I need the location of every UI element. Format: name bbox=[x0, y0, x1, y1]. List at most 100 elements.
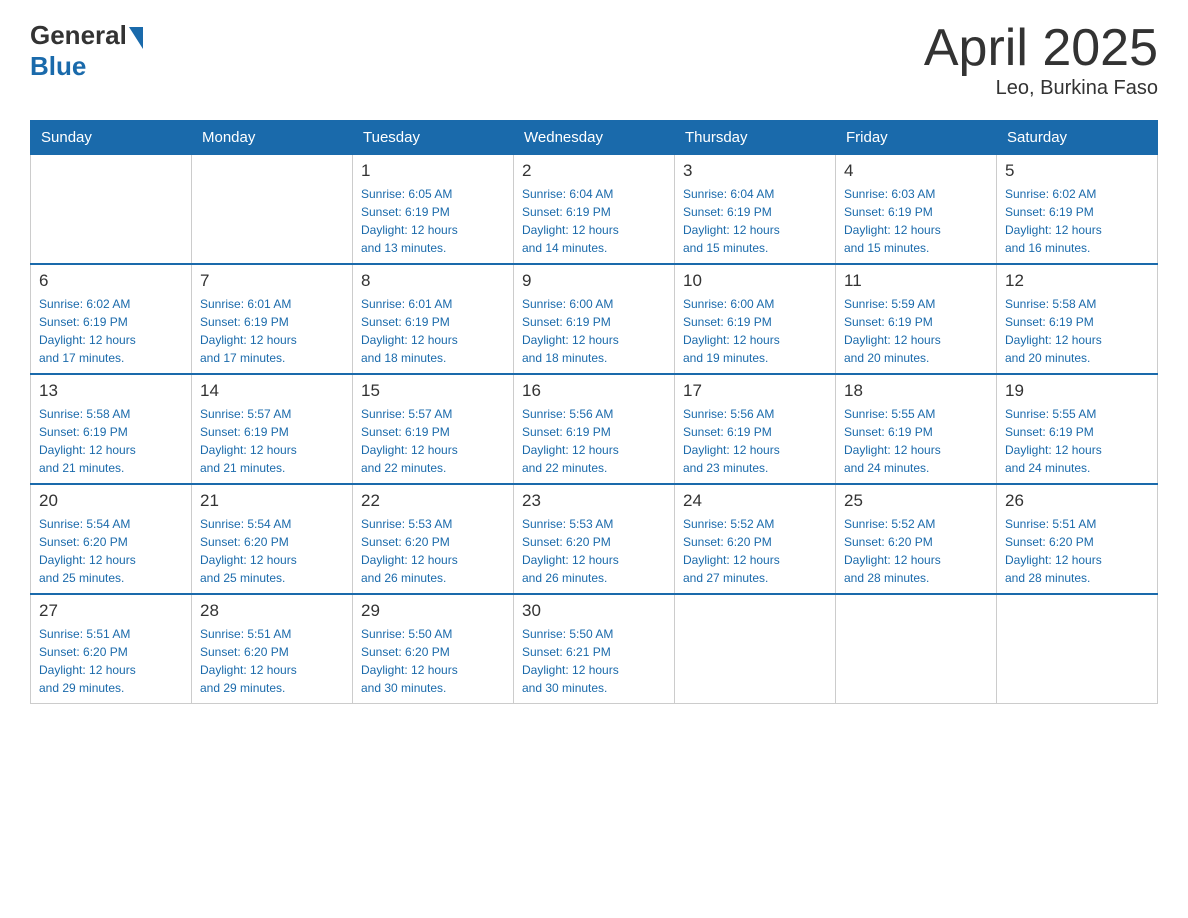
calendar-week-row: 1 Sunrise: 6:05 AM Sunset: 6:19 PM Daylig… bbox=[31, 155, 1158, 265]
day-number: 29 bbox=[361, 601, 505, 621]
day-number: 11 bbox=[844, 271, 988, 291]
day-info: Sunrise: 5:55 AM Sunset: 6:19 PM Dayligh… bbox=[844, 405, 988, 477]
day-number: 30 bbox=[522, 601, 666, 621]
day-info: Sunrise: 6:05 AM Sunset: 6:19 PM Dayligh… bbox=[361, 185, 505, 257]
day-info: Sunrise: 5:58 AM Sunset: 6:19 PM Dayligh… bbox=[1005, 295, 1149, 367]
logo-text-blue: Blue bbox=[30, 51, 143, 82]
calendar-cell: 18 Sunrise: 5:55 AM Sunset: 6:19 PM Dayli… bbox=[836, 374, 997, 484]
day-number: 4 bbox=[844, 161, 988, 181]
day-info: Sunrise: 5:57 AM Sunset: 6:19 PM Dayligh… bbox=[200, 405, 344, 477]
calendar-cell: 9 Sunrise: 6:00 AM Sunset: 6:19 PM Daylig… bbox=[514, 264, 675, 374]
day-number: 17 bbox=[683, 381, 827, 401]
day-info: Sunrise: 5:50 AM Sunset: 6:20 PM Dayligh… bbox=[361, 625, 505, 697]
calendar-cell: 23 Sunrise: 5:53 AM Sunset: 6:20 PM Dayli… bbox=[514, 484, 675, 594]
title-area: April 2025 Leo, Burkina Faso bbox=[924, 20, 1158, 100]
day-number: 9 bbox=[522, 271, 666, 291]
logo-text-general: General bbox=[30, 20, 127, 51]
day-number: 26 bbox=[1005, 491, 1149, 511]
calendar-cell: 8 Sunrise: 6:01 AM Sunset: 6:19 PM Daylig… bbox=[353, 264, 514, 374]
day-number: 6 bbox=[39, 271, 183, 291]
calendar-cell: 21 Sunrise: 5:54 AM Sunset: 6:20 PM Dayli… bbox=[192, 484, 353, 594]
calendar-cell: 14 Sunrise: 5:57 AM Sunset: 6:19 PM Dayli… bbox=[192, 374, 353, 484]
day-info: Sunrise: 5:58 AM Sunset: 6:19 PM Dayligh… bbox=[39, 405, 183, 477]
calendar-cell: 5 Sunrise: 6:02 AM Sunset: 6:19 PM Daylig… bbox=[997, 155, 1158, 265]
calendar-week-row: 6 Sunrise: 6:02 AM Sunset: 6:19 PM Daylig… bbox=[31, 264, 1158, 374]
day-info: Sunrise: 5:54 AM Sunset: 6:20 PM Dayligh… bbox=[39, 515, 183, 587]
calendar-table: SundayMondayTuesdayWednesdayThursdayFrid… bbox=[30, 120, 1158, 704]
day-info: Sunrise: 6:00 AM Sunset: 6:19 PM Dayligh… bbox=[683, 295, 827, 367]
column-header-thursday: Thursday bbox=[675, 121, 836, 155]
calendar-cell bbox=[675, 594, 836, 704]
column-header-friday: Friday bbox=[836, 121, 997, 155]
calendar-cell: 28 Sunrise: 5:51 AM Sunset: 6:20 PM Dayli… bbox=[192, 594, 353, 704]
calendar-cell: 7 Sunrise: 6:01 AM Sunset: 6:19 PM Daylig… bbox=[192, 264, 353, 374]
day-info: Sunrise: 6:01 AM Sunset: 6:19 PM Dayligh… bbox=[361, 295, 505, 367]
calendar-cell: 17 Sunrise: 5:56 AM Sunset: 6:19 PM Dayli… bbox=[675, 374, 836, 484]
calendar-cell: 30 Sunrise: 5:50 AM Sunset: 6:21 PM Dayli… bbox=[514, 594, 675, 704]
logo: General Blue bbox=[30, 20, 143, 82]
calendar-cell: 26Sunrise: 5:51 AM Sunset: 6:20 PM Dayli… bbox=[997, 484, 1158, 594]
day-number: 16 bbox=[522, 381, 666, 401]
calendar-cell: 20Sunrise: 5:54 AM Sunset: 6:20 PM Dayli… bbox=[31, 484, 192, 594]
calendar-cell bbox=[192, 155, 353, 265]
day-number: 12 bbox=[1005, 271, 1149, 291]
calendar-cell: 2Sunrise: 6:04 AM Sunset: 6:19 PM Daylig… bbox=[514, 155, 675, 265]
day-number: 21 bbox=[200, 491, 344, 511]
day-number: 28 bbox=[200, 601, 344, 621]
calendar-cell: 24 Sunrise: 5:52 AM Sunset: 6:20 PM Dayli… bbox=[675, 484, 836, 594]
calendar-cell: 16Sunrise: 5:56 AM Sunset: 6:19 PM Dayli… bbox=[514, 374, 675, 484]
day-info: Sunrise: 5:55 AM Sunset: 6:19 PM Dayligh… bbox=[1005, 405, 1149, 477]
logo-triangle-icon bbox=[129, 27, 143, 49]
calendar-cell bbox=[836, 594, 997, 704]
page-header: General Blue April 2025 Leo, Burkina Fas… bbox=[30, 20, 1158, 100]
day-number: 15 bbox=[361, 381, 505, 401]
day-info: Sunrise: 6:03 AM Sunset: 6:19 PM Dayligh… bbox=[844, 185, 988, 257]
calendar-header-row: SundayMondayTuesdayWednesdayThursdayFrid… bbox=[31, 121, 1158, 155]
day-info: Sunrise: 5:50 AM Sunset: 6:21 PM Dayligh… bbox=[522, 625, 666, 697]
day-info: Sunrise: 5:51 AM Sunset: 6:20 PM Dayligh… bbox=[39, 625, 183, 697]
day-number: 2 bbox=[522, 161, 666, 181]
calendar-cell: 27 Sunrise: 5:51 AM Sunset: 6:20 PM Dayli… bbox=[31, 594, 192, 704]
column-header-wednesday: Wednesday bbox=[514, 121, 675, 155]
day-number: 14 bbox=[200, 381, 344, 401]
calendar-cell: 1 Sunrise: 6:05 AM Sunset: 6:19 PM Daylig… bbox=[353, 155, 514, 265]
page-title: April 2025 bbox=[924, 20, 1158, 77]
day-number: 23 bbox=[522, 491, 666, 511]
day-info: Sunrise: 5:54 AM Sunset: 6:20 PM Dayligh… bbox=[200, 515, 344, 587]
day-info: Sunrise: 5:51 AM Sunset: 6:20 PM Dayligh… bbox=[200, 625, 344, 697]
day-info: Sunrise: 5:56 AM Sunset: 6:19 PM Dayligh… bbox=[683, 405, 827, 477]
calendar-cell: 22Sunrise: 5:53 AM Sunset: 6:20 PM Dayli… bbox=[353, 484, 514, 594]
day-number: 7 bbox=[200, 271, 344, 291]
calendar-cell: 3Sunrise: 6:04 AM Sunset: 6:19 PM Daylig… bbox=[675, 155, 836, 265]
calendar-cell: 10 Sunrise: 6:00 AM Sunset: 6:19 PM Dayli… bbox=[675, 264, 836, 374]
day-info: Sunrise: 5:53 AM Sunset: 6:20 PM Dayligh… bbox=[522, 515, 666, 587]
day-number: 27 bbox=[39, 601, 183, 621]
calendar-cell: 19 Sunrise: 5:55 AM Sunset: 6:19 PM Dayli… bbox=[997, 374, 1158, 484]
day-info: Sunrise: 5:57 AM Sunset: 6:19 PM Dayligh… bbox=[361, 405, 505, 477]
day-number: 18 bbox=[844, 381, 988, 401]
calendar-cell bbox=[997, 594, 1158, 704]
column-header-sunday: Sunday bbox=[31, 121, 192, 155]
day-info: Sunrise: 6:00 AM Sunset: 6:19 PM Dayligh… bbox=[522, 295, 666, 367]
day-info: Sunrise: 5:52 AM Sunset: 6:20 PM Dayligh… bbox=[683, 515, 827, 587]
calendar-cell: 6 Sunrise: 6:02 AM Sunset: 6:19 PM Daylig… bbox=[31, 264, 192, 374]
calendar-week-row: 27 Sunrise: 5:51 AM Sunset: 6:20 PM Dayli… bbox=[31, 594, 1158, 704]
day-info: Sunrise: 6:04 AM Sunset: 6:19 PM Dayligh… bbox=[683, 185, 827, 257]
day-info: Sunrise: 5:53 AM Sunset: 6:20 PM Dayligh… bbox=[361, 515, 505, 587]
calendar-cell: 13Sunrise: 5:58 AM Sunset: 6:19 PM Dayli… bbox=[31, 374, 192, 484]
day-number: 24 bbox=[683, 491, 827, 511]
column-header-monday: Monday bbox=[192, 121, 353, 155]
day-info: Sunrise: 6:02 AM Sunset: 6:19 PM Dayligh… bbox=[1005, 185, 1149, 257]
day-info: Sunrise: 6:01 AM Sunset: 6:19 PM Dayligh… bbox=[200, 295, 344, 367]
calendar-week-row: 13Sunrise: 5:58 AM Sunset: 6:19 PM Dayli… bbox=[31, 374, 1158, 484]
day-number: 19 bbox=[1005, 381, 1149, 401]
day-number: 10 bbox=[683, 271, 827, 291]
calendar-cell: 15 Sunrise: 5:57 AM Sunset: 6:19 PM Dayli… bbox=[353, 374, 514, 484]
day-number: 25 bbox=[844, 491, 988, 511]
day-number: 5 bbox=[1005, 161, 1149, 181]
day-number: 8 bbox=[361, 271, 505, 291]
page-subtitle: Leo, Burkina Faso bbox=[924, 77, 1158, 100]
day-number: 1 bbox=[361, 161, 505, 181]
day-info: Sunrise: 5:52 AM Sunset: 6:20 PM Dayligh… bbox=[844, 515, 988, 587]
day-info: Sunrise: 6:02 AM Sunset: 6:19 PM Dayligh… bbox=[39, 295, 183, 367]
